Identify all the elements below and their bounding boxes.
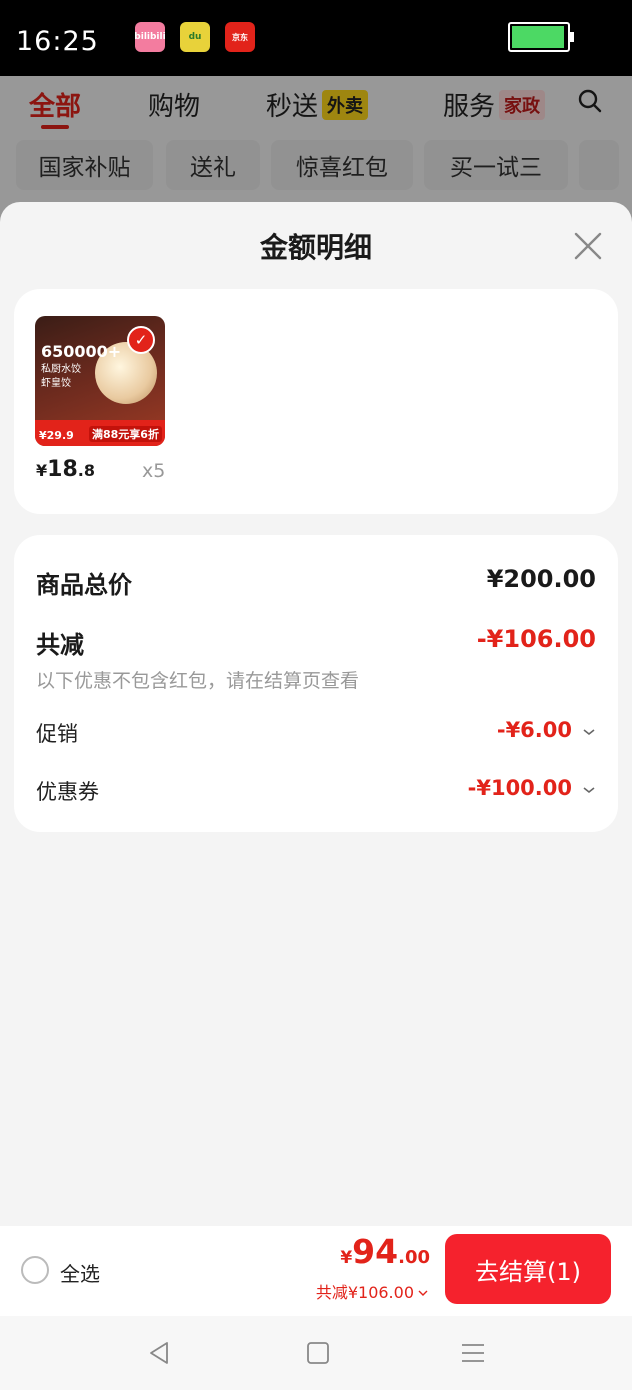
chevron-down-icon[interactable] bbox=[582, 725, 596, 739]
total-integer: 94 bbox=[352, 1232, 399, 1271]
discount-label: 共减 bbox=[36, 631, 84, 659]
price-decimal: .8 bbox=[77, 461, 95, 480]
menu-icon[interactable] bbox=[458, 1338, 488, 1368]
price-summary-card: 商品总价 ¥200.00 共减 -¥106.00 以下优惠不包含红包，请在结算页… bbox=[14, 535, 618, 832]
discount-note: 以下优惠不包含红包，请在结算页查看 bbox=[36, 670, 360, 692]
coupon-label: 优惠券 bbox=[36, 780, 99, 804]
thumbnail-line1: 私厨水饺 bbox=[41, 364, 81, 375]
close-icon[interactable] bbox=[570, 228, 606, 264]
thumbnail-sales-text: 650000+ bbox=[41, 342, 122, 361]
discount-row: 共减 -¥106.00 bbox=[36, 625, 596, 659]
home-icon[interactable] bbox=[303, 1338, 333, 1368]
payable-total: ¥94.00 bbox=[340, 1232, 430, 1271]
promotion-row[interactable]: 促销 -¥6.00 bbox=[36, 718, 596, 748]
back-icon[interactable] bbox=[145, 1338, 175, 1368]
total-symbol: ¥ bbox=[340, 1248, 353, 1268]
chevron-down-icon[interactable] bbox=[582, 783, 596, 797]
discount-value: -¥106.00 bbox=[476, 625, 596, 653]
status-bar: 16:25 bilibili du 京东 bbox=[0, 0, 632, 76]
product-thumbnail[interactable]: 650000+ 私厨水饺 虾皇饺 ✓ ¥29.9 满88元享6折 bbox=[35, 316, 165, 446]
total-decimal: .00 bbox=[398, 1247, 430, 1268]
bilibili-app-icon: bilibili bbox=[134, 22, 166, 52]
thumbnail-price: ¥29.9 bbox=[39, 429, 74, 442]
thumbnail-promo: 满88元享6折 bbox=[89, 426, 162, 442]
price-integer: 18 bbox=[47, 457, 78, 482]
map-app-icon: du bbox=[180, 22, 210, 52]
coupon-value: -¥100.00 bbox=[467, 776, 572, 800]
battery-icon bbox=[508, 22, 574, 52]
sheet-title: 金额明细 bbox=[259, 231, 372, 264]
select-all-radio[interactable] bbox=[21, 1256, 49, 1284]
product-card: 650000+ 私厨水饺 虾皇饺 ✓ ¥29.9 满88元享6折 ¥18.8 x… bbox=[14, 289, 618, 514]
total-discount-link[interactable]: 共减¥106.00 bbox=[316, 1279, 428, 1303]
select-all-label[interactable]: 全选 bbox=[60, 1258, 100, 1287]
thumbnail-line2: 虾皇饺 bbox=[41, 378, 71, 389]
promotion-value: -¥6.00 bbox=[496, 718, 572, 742]
promotion-label: 促销 bbox=[36, 722, 78, 746]
checkout-button[interactable]: 去结算(1) bbox=[445, 1234, 611, 1304]
chevron-down-icon bbox=[418, 1290, 428, 1296]
jd-app-icon: 京东 bbox=[225, 22, 255, 52]
total-price-label: 商品总价 bbox=[36, 571, 132, 599]
status-time: 16:25 bbox=[16, 26, 99, 57]
amount-detail-sheet: 金额明细 650000+ 私厨水饺 虾皇饺 ✓ ¥29.9 满88元享6折 ¥1… bbox=[0, 202, 632, 1390]
coupon-row[interactable]: 优惠券 -¥100.00 bbox=[36, 776, 596, 806]
product-quantity: x5 bbox=[142, 460, 166, 482]
checkout-bar: 全选 ¥94.00 共减¥106.00 去结算(1) bbox=[0, 1226, 632, 1316]
selected-check-icon: ✓ bbox=[127, 326, 155, 354]
price-symbol: ¥ bbox=[36, 461, 48, 480]
product-price: ¥18.8 bbox=[36, 457, 95, 482]
total-discount-text: 共减¥106.00 bbox=[315, 1283, 414, 1302]
total-price-row: 商品总价 ¥200.00 bbox=[36, 565, 596, 599]
total-price-value: ¥200.00 bbox=[486, 565, 596, 593]
system-nav-bar bbox=[0, 1316, 632, 1390]
